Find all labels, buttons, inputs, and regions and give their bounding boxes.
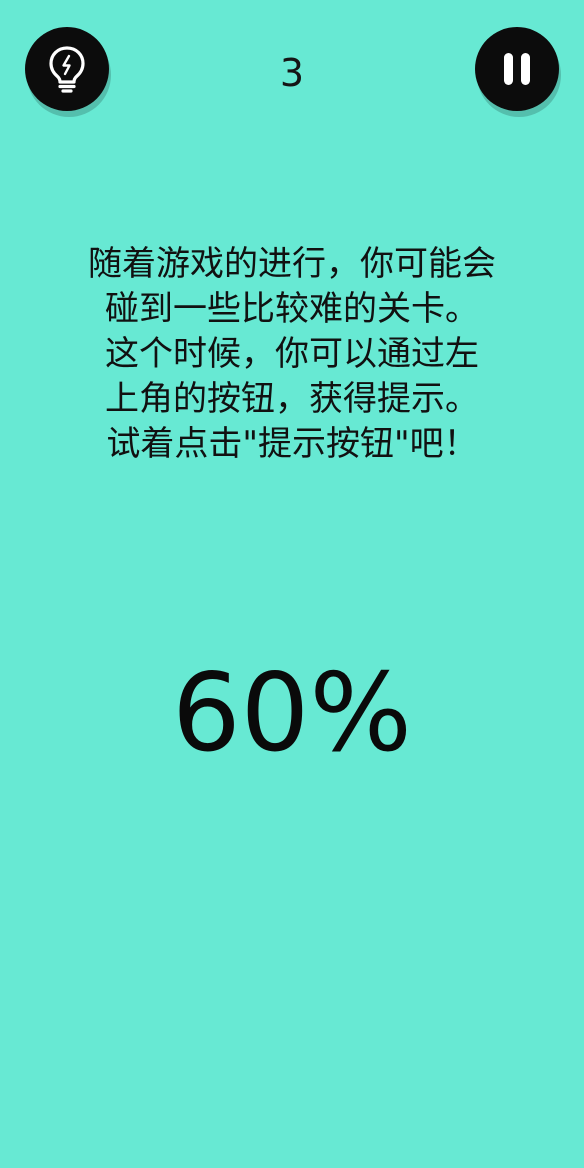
tutorial-line: 上角的按钮，获得提示。 <box>105 379 479 419</box>
pause-icon <box>504 53 530 85</box>
tutorial-text: 随着游戏的进行，你可能会 碰到一些比较难的关卡。 这个时候，你可以通过左 上角的… <box>20 242 564 467</box>
tutorial-line: 碰到一些比较难的关卡。 <box>105 289 479 329</box>
progress-percentage: 60% <box>171 651 413 776</box>
pause-button[interactable] <box>475 27 559 111</box>
tutorial-line: 试着点击"提示按钮"吧！ <box>106 424 478 464</box>
tutorial-line: 这个时候，你可以通过左 <box>105 334 479 374</box>
tutorial-line: 随着游戏的进行，你可能会 <box>88 244 496 284</box>
